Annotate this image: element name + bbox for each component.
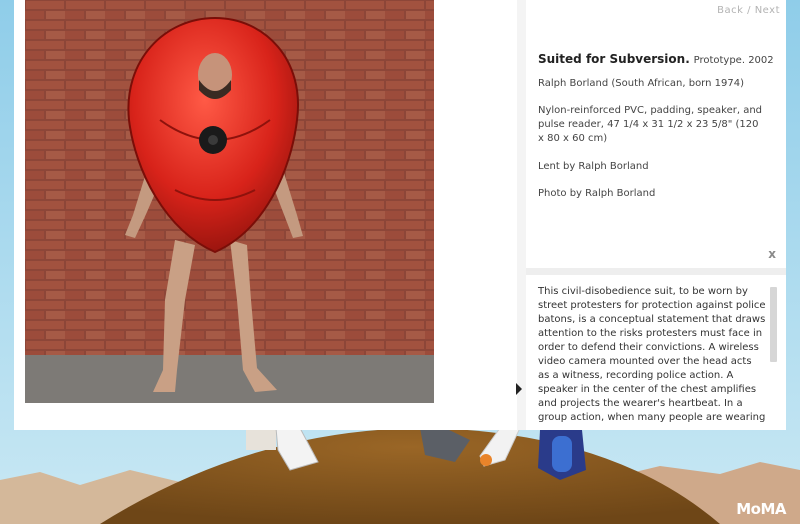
artwork-photo	[25, 0, 434, 403]
artwork-description: This civil-disobedience suit, to be worn…	[538, 286, 766, 423]
artwork-title: Suited for Subversion.	[538, 52, 690, 66]
artwork-title-line: Suited for Subversion. Prototype. 2002	[538, 52, 774, 66]
artist-name: Ralph Borland (South African, born 1974)	[538, 78, 744, 89]
description-panel: This civil-disobedience suit, to be worn…	[526, 275, 786, 430]
nav-separator: /	[747, 5, 752, 16]
gallery-nav: Back / Next	[717, 5, 780, 16]
back-link[interactable]: Back	[717, 5, 743, 16]
panel-separator	[526, 268, 786, 275]
artwork-info-panel: Back / Next Suited for Subversion. Proto…	[526, 0, 786, 268]
caret-arrow-icon	[516, 383, 522, 395]
artwork-credit: Lent by Ralph Borland	[538, 161, 649, 172]
moma-logo[interactable]: MoMA	[736, 500, 786, 518]
photo-credit: Photo by Ralph Borland	[538, 188, 656, 199]
panel-divider	[517, 0, 526, 430]
artwork-medium: Nylon-reinforced PVC, padding, speaker, …	[538, 105, 763, 144]
artwork-date: Prototype. 2002	[693, 55, 774, 66]
description-scrollbar[interactable]	[770, 287, 777, 362]
close-button[interactable]: x	[768, 247, 776, 261]
next-link[interactable]: Next	[755, 5, 780, 16]
